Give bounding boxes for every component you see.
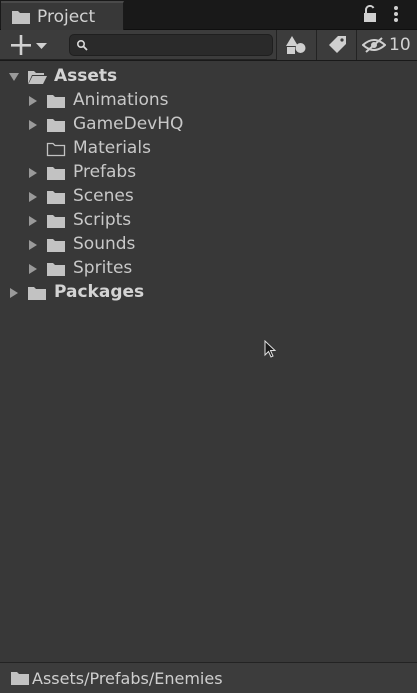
tree-item-scenes[interactable]: Scenes <box>0 185 417 209</box>
folder-icon <box>47 263 65 276</box>
folder-icon <box>47 215 65 228</box>
expand-arrow-right-icon[interactable] <box>8 287 20 299</box>
filter-by-label-button[interactable] <box>316 30 356 60</box>
tab-bar: Project <box>0 0 417 30</box>
plus-dropdown-icon[interactable] <box>7 33 51 57</box>
folder-icon <box>47 95 65 108</box>
selected-path[interactable]: Assets/Prefabs/Enemies <box>32 669 223 688</box>
tree-item-prefabs[interactable]: Prefabs <box>0 161 417 185</box>
folder-icon <box>47 191 65 204</box>
tree-item-packages[interactable]: Packages <box>0 281 417 305</box>
expand-arrow-right-icon[interactable] <box>27 239 39 251</box>
search-icon <box>76 39 88 51</box>
folder-open-icon <box>28 71 47 84</box>
expand-arrow-down-icon[interactable] <box>8 71 20 83</box>
tab-project[interactable]: Project <box>1 1 124 30</box>
filter-by-type-button[interactable] <box>276 30 316 60</box>
folder-empty-icon <box>46 142 66 157</box>
tree-item-sounds[interactable]: Sounds <box>0 233 417 257</box>
toolbar: 10 <box>0 30 417 60</box>
folder-icon <box>11 672 29 685</box>
expand-arrow-right-icon[interactable] <box>27 215 39 227</box>
folder-icon <box>28 287 46 300</box>
tree-item-label: Sounds <box>73 234 136 254</box>
hidden-packages-toggle[interactable]: 10 <box>356 30 417 60</box>
tree-item-label: Assets <box>54 66 118 86</box>
shapes-icon <box>285 36 305 54</box>
tree-item-gamedevhq[interactable]: GameDevHQ <box>0 113 417 137</box>
expand-arrow-right-icon[interactable] <box>27 95 39 107</box>
hidden-packages-count: 10 <box>389 35 411 55</box>
mouse-cursor-icon <box>264 340 277 358</box>
tree-item-assets[interactable]: Assets <box>0 65 417 89</box>
tag-icon <box>328 36 346 53</box>
project-tree: Assets Animations GameDevHQ Materials Prefab… <box>0 61 417 662</box>
tree-item-sprites[interactable]: Sprites <box>0 257 417 281</box>
tab-title: Project <box>37 6 96 27</box>
tree-item-scripts[interactable]: Scripts <box>0 209 417 233</box>
status-bar: Assets/Prefabs/Enemies <box>0 662 417 693</box>
expand-arrow-right-icon[interactable] <box>27 119 39 131</box>
tree-item-materials[interactable]: Materials <box>0 137 417 161</box>
kebab-menu-icon[interactable] <box>389 4 403 24</box>
folder-icon <box>12 10 30 24</box>
search-input[interactable] <box>92 35 268 55</box>
tree-item-label: Prefabs <box>73 162 137 182</box>
tree-item-label: GameDevHQ <box>73 114 184 134</box>
tree-item-animations[interactable]: Animations <box>0 89 417 113</box>
lock-icon[interactable] <box>362 5 378 23</box>
folder-icon <box>47 119 65 132</box>
folder-icon <box>47 167 65 180</box>
eye-slash-icon <box>362 37 386 53</box>
expand-arrow-right-icon[interactable] <box>27 263 39 275</box>
tree-item-label: Animations <box>73 90 169 110</box>
search-field[interactable] <box>69 34 273 56</box>
folder-icon <box>47 239 65 252</box>
tree-item-label: Materials <box>73 138 151 158</box>
expand-arrow-right-icon[interactable] <box>27 167 39 179</box>
tree-item-label: Scripts <box>73 210 132 230</box>
tree-item-label: Sprites <box>73 258 133 278</box>
expand-arrow-right-icon[interactable] <box>27 191 39 203</box>
tree-item-label: Packages <box>54 282 145 302</box>
tree-item-label: Scenes <box>73 186 134 206</box>
